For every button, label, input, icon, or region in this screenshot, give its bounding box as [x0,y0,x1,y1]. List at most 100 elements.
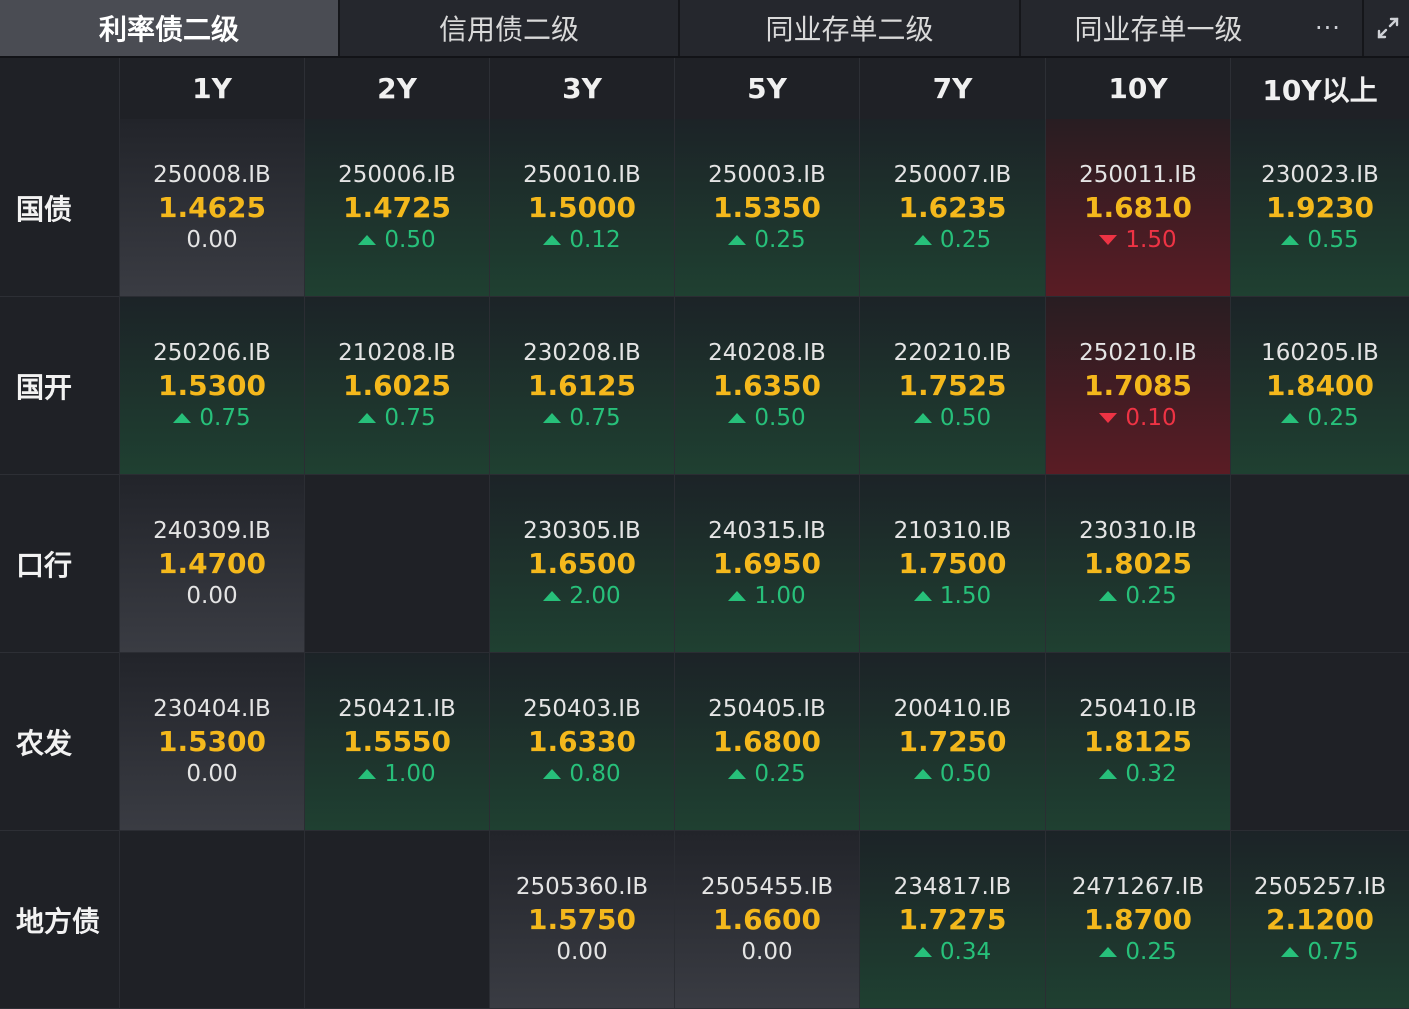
yield-change-value: 0.00 [741,938,793,965]
tab-bar: 利率债二级 信用债二级 同业存单二级 同业存单一级 ··· [0,0,1409,58]
bond-cell[interactable]: 230305.IB 1.6500 2.00 [489,475,674,653]
bond-code: 230310.IB [1079,517,1197,544]
bond-cell[interactable]: 160205.IB 1.8400 0.25 [1230,297,1409,475]
yield-change: 0.25 [728,759,806,790]
empty-cell [304,831,489,1009]
triangle-up-icon [728,591,747,601]
bond-cell[interactable]: 200410.IB 1.7250 0.50 [859,653,1045,831]
triangle-up-icon [913,769,932,779]
yield-change-value: 0.32 [1125,760,1177,787]
bond-yield: 1.4625 [157,190,267,224]
bond-yield: 1.6800 [712,724,822,758]
bond-yield: 1.8700 [1083,902,1193,936]
more-tabs-button[interactable]: ··· [1296,0,1360,56]
bond-cell[interactable]: 234817.IB 1.7275 0.34 [859,831,1045,1009]
yield-change: 0.50 [913,759,992,790]
yield-change: 1.00 [728,581,806,612]
bond-yield: 2.1200 [1265,902,1375,936]
bond-cell[interactable]: 250010.IB 1.5000 0.12 [489,119,674,297]
yield-change-value: 0.25 [1125,582,1177,609]
yield-change-value: 0.12 [569,226,621,253]
row-label: 口行 [0,475,119,653]
bond-cell[interactable]: 230404.IB 1.5300 0.00 [119,653,304,831]
yield-change: 0.25 [1099,581,1177,612]
triangle-up-icon [913,413,932,423]
triangle-up-icon [1099,591,1118,601]
bond-code: 230023.IB [1261,161,1379,188]
bond-yield: 1.7275 [898,902,1007,936]
bond-cell[interactable]: 2505455.IB 1.6600 0.00 [674,831,859,1009]
bond-code: 250010.IB [523,161,641,188]
bond-cell[interactable]: 240315.IB 1.6950 1.00 [674,475,859,653]
yield-change: 0.75 [358,403,436,434]
column-header-3y[interactable]: 3Y [489,58,674,119]
bond-cell[interactable]: 250003.IB 1.5350 0.25 [674,119,859,297]
column-header-10y以上[interactable]: 10Y以上 [1230,58,1409,119]
column-header-2y[interactable]: 2Y [304,58,489,119]
row-label: 农发 [0,653,119,831]
bond-yield: 1.4725 [342,190,452,224]
bond-code: 250403.IB [523,695,641,722]
yield-change: 0.50 [358,225,436,256]
bond-cell[interactable]: 250008.IB 1.4625 0.00 [119,119,304,297]
bond-cell[interactable]: 250206.IB 1.5300 0.75 [119,297,304,475]
bond-yield: 1.8125 [1083,724,1193,758]
yield-change-value: 0.00 [186,226,238,253]
bond-cell[interactable]: 250405.IB 1.6800 0.25 [674,653,859,831]
bond-cell[interactable]: 230023.IB 1.9230 0.55 [1230,119,1409,297]
bond-cell[interactable]: 250007.IB 1.6235 0.25 [859,119,1045,297]
bond-cell[interactable]: 2471267.IB 1.8700 0.25 [1045,831,1230,1009]
bond-yield: 1.4700 [157,546,267,580]
yield-change-value: 0.80 [569,760,621,787]
expand-button[interactable] [1362,0,1409,56]
bond-cell[interactable]: 2505257.IB 2.1200 0.75 [1230,831,1409,1009]
yield-change: 1.50 [913,581,991,612]
bond-cell[interactable]: 250410.IB 1.8125 0.32 [1045,653,1230,831]
bond-yield: 1.6810 [1083,190,1193,224]
bond-cell[interactable]: 230310.IB 1.8025 0.25 [1045,475,1230,653]
tab-ncd-primary[interactable]: 同业存单一级 [1021,0,1296,56]
yield-change-value: 0.50 [939,760,992,787]
column-header-1y[interactable]: 1Y [119,58,304,119]
bond-cell[interactable]: 220210.IB 1.7525 0.50 [859,297,1045,475]
bond-cell[interactable]: 210310.IB 1.7500 1.50 [859,475,1045,653]
triangle-up-icon [358,769,377,779]
column-header-10y[interactable]: 10Y [1045,58,1230,119]
bond-code: 250006.IB [338,161,456,188]
bond-code: 250410.IB [1079,695,1197,722]
bond-code: 240315.IB [708,517,826,544]
bond-code: 250008.IB [153,161,271,188]
tab-rate-bond-secondary[interactable]: 利率债二级 [0,0,340,56]
bond-cell[interactable]: 250421.IB 1.5550 1.00 [304,653,489,831]
bond-cell[interactable]: 250403.IB 1.6330 0.80 [489,653,674,831]
yield-change-value: 0.25 [939,226,992,253]
column-header-7y[interactable]: 7Y [859,58,1045,119]
yield-change-value: 0.75 [199,404,251,431]
yield-change-value: 0.00 [186,582,238,609]
bond-cell[interactable]: 230208.IB 1.6125 0.75 [489,297,674,475]
bond-cell[interactable]: 240309.IB 1.4700 0.00 [119,475,304,653]
tab-ncd-secondary[interactable]: 同业存单二级 [680,0,1021,56]
bond-yield: 1.6125 [527,368,637,402]
bond-yield: 1.7085 [1083,368,1193,402]
bond-cell[interactable]: 250006.IB 1.4725 0.50 [304,119,489,297]
yield-change-value: 1.00 [754,582,806,609]
bond-cell[interactable]: 240208.IB 1.6350 0.50 [674,297,859,475]
triangle-up-icon [1281,413,1300,423]
yield-change: 0.75 [543,403,621,434]
bond-yield: 1.8400 [1265,368,1375,402]
bond-code: 240208.IB [708,339,826,366]
triangle-up-icon [358,413,377,423]
bond-cell[interactable]: 250011.IB 1.6810 1.50 [1045,119,1230,297]
triangle-up-icon [543,235,562,245]
column-header-5y[interactable]: 5Y [674,58,859,119]
bond-code: 250210.IB [1079,339,1197,366]
bond-yield: 1.7525 [898,368,1007,402]
yield-change-value: 0.34 [939,938,992,965]
bond-cell[interactable]: 250210.IB 1.7085 0.10 [1045,297,1230,475]
bond-yield: 1.5300 [157,724,267,758]
triangle-up-icon [728,769,747,779]
tab-credit-bond-secondary[interactable]: 信用债二级 [340,0,680,56]
bond-cell[interactable]: 210208.IB 1.6025 0.75 [304,297,489,475]
bond-cell[interactable]: 2505360.IB 1.5750 0.00 [489,831,674,1009]
